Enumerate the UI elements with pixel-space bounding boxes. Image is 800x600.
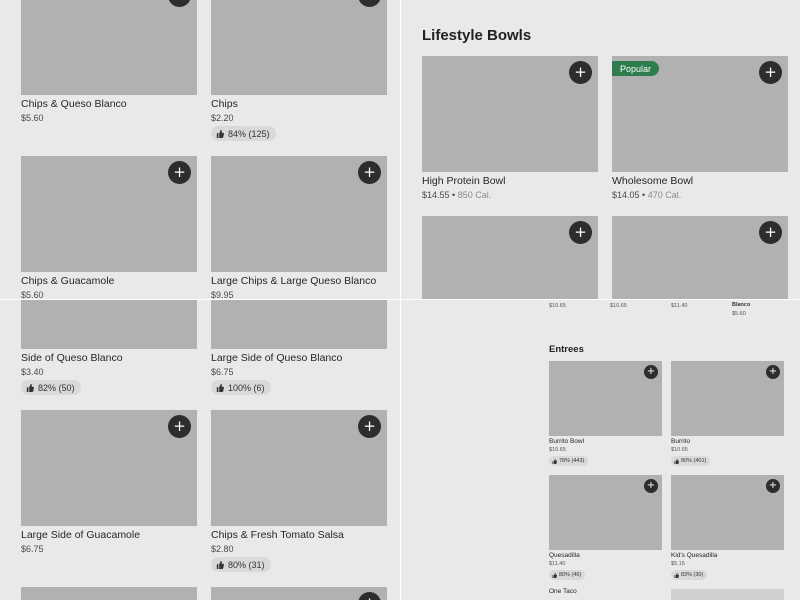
rating-badge: 78% (443) — [549, 456, 589, 466]
item-image[interactable] — [21, 300, 197, 349]
rating-badge: 84% (125) — [211, 126, 276, 141]
item-price: $2.80 — [211, 544, 234, 554]
plus-icon[interactable]: + — [759, 61, 782, 84]
menu-panel-lifestyle-bowls: Lifestyle Bowls + High Protein Bowl $14.… — [401, 0, 800, 299]
item-price: $11.40 — [549, 561, 566, 567]
item-name: Chips — [211, 98, 238, 110]
thumbs-up-icon — [552, 458, 557, 464]
rating-badge: 80% (401) — [671, 456, 711, 466]
item-name: Large Side of Queso Blanco — [211, 352, 343, 364]
horizontal-divider — [0, 299, 800, 300]
item-image[interactable] — [671, 589, 784, 600]
popular-badge: Popular — [612, 61, 660, 76]
item-name: Kid's Quesadilla — [671, 552, 718, 559]
rating-text: 80% (46) — [559, 572, 582, 578]
plus-icon[interactable]: + — [569, 221, 592, 244]
menu-panel-entrees: $10.65 $10.65 $11.40 Blanco $5.60 Entree… — [401, 300, 800, 600]
item-name: Burrito — [671, 438, 691, 445]
thumbs-up-icon — [674, 458, 679, 464]
item-price: $9.95 — [211, 290, 234, 299]
plus-icon[interactable]: + — [644, 365, 658, 379]
item-price: $5.15 — [671, 561, 685, 567]
plus-icon[interactable]: + — [168, 415, 191, 438]
plus-icon[interactable]: + — [759, 221, 782, 244]
rating-text: 84% (125) — [228, 128, 270, 139]
item-price: $5.60 — [732, 311, 746, 317]
rating-text: 100% (6) — [228, 382, 265, 393]
menu-panel-sides-top: + Chips & Queso Blanco $5.60 + Chips $2.… — [0, 0, 400, 299]
item-price: $14.55 — [422, 190, 450, 200]
item-name: Chips & Queso Blanco — [21, 98, 127, 110]
thumbs-up-icon — [552, 572, 557, 578]
rating-badge: 100% (6) — [211, 380, 271, 395]
menu-panel-sides-bottom: Side of Queso Blanco $3.40 82% (50) Larg… — [0, 300, 400, 600]
plus-icon[interactable]: + — [358, 161, 381, 184]
item-price: $10.65 — [549, 303, 566, 309]
item-calories: 470 Cal. — [647, 190, 682, 200]
item-price: $5.60 — [21, 113, 44, 123]
item-price: $14.05 — [612, 190, 640, 200]
plus-icon[interactable]: + — [168, 161, 191, 184]
rating-text: 82% (50) — [38, 382, 75, 393]
item-name: One Taco — [549, 588, 577, 595]
rating-badge: 80% (46) — [549, 570, 586, 580]
item-image[interactable] — [21, 0, 197, 95]
item-name: Chips & Fresh Tomato Salsa — [211, 529, 344, 541]
item-price: $10.65 — [610, 303, 627, 309]
plus-icon[interactable]: + — [644, 479, 658, 493]
plus-icon[interactable]: + — [766, 479, 780, 493]
item-image[interactable] — [211, 300, 387, 349]
item-price-calories: $14.55 • 850 Cal. — [422, 190, 492, 200]
rating-badge: 83% (30) — [671, 570, 708, 580]
item-name: Side of Queso Blanco — [21, 352, 123, 364]
item-price: $11.40 — [671, 303, 688, 309]
item-price-calories: $14.05 • 470 Cal. — [612, 190, 682, 200]
thumbs-up-icon — [26, 383, 34, 392]
item-name: Chips & Guacamole — [21, 275, 115, 287]
thumbs-up-icon — [216, 560, 224, 569]
item-price: $2.20 — [211, 113, 234, 123]
item-name: Burrito Bowl — [549, 438, 585, 445]
item-price: $6.75 — [21, 544, 44, 554]
item-price: $10.65 — [549, 447, 566, 453]
item-name: Quesadilla — [549, 552, 580, 559]
item-name: Large Side of Guacamole — [21, 529, 141, 541]
item-image[interactable] — [21, 587, 197, 600]
rating-text: 80% (401) — [681, 458, 707, 464]
section-title: Entrees — [549, 344, 584, 355]
rating-text: 80% (31) — [228, 559, 265, 570]
rating-badge: 82% (50) — [21, 380, 81, 395]
item-price: $10.65 — [671, 447, 688, 453]
item-name: Blanco — [732, 302, 751, 308]
rating-text: 78% (443) — [559, 458, 585, 464]
plus-icon[interactable]: + — [358, 415, 381, 438]
plus-icon[interactable]: + — [766, 365, 780, 379]
vertical-divider — [400, 0, 401, 600]
thumbs-up-icon — [674, 572, 679, 578]
item-price: $6.75 — [211, 367, 234, 377]
item-name: Large Chips & Large Queso Blanco — [211, 275, 377, 287]
thumbs-up-icon — [216, 383, 224, 392]
item-calories: 850 Cal. — [457, 190, 492, 200]
rating-badge: 80% (31) — [211, 557, 271, 572]
item-image[interactable] — [211, 0, 387, 95]
section-title: Lifestyle Bowls — [422, 27, 532, 44]
rating-text: 83% (30) — [681, 572, 704, 578]
thumbs-up-icon — [216, 129, 224, 138]
plus-icon[interactable]: + — [569, 61, 592, 84]
item-price: $5.60 — [21, 290, 44, 299]
item-name: High Protein Bowl — [422, 175, 506, 187]
item-name: Wholesome Bowl — [612, 175, 694, 187]
item-price: $3.40 — [21, 367, 44, 377]
